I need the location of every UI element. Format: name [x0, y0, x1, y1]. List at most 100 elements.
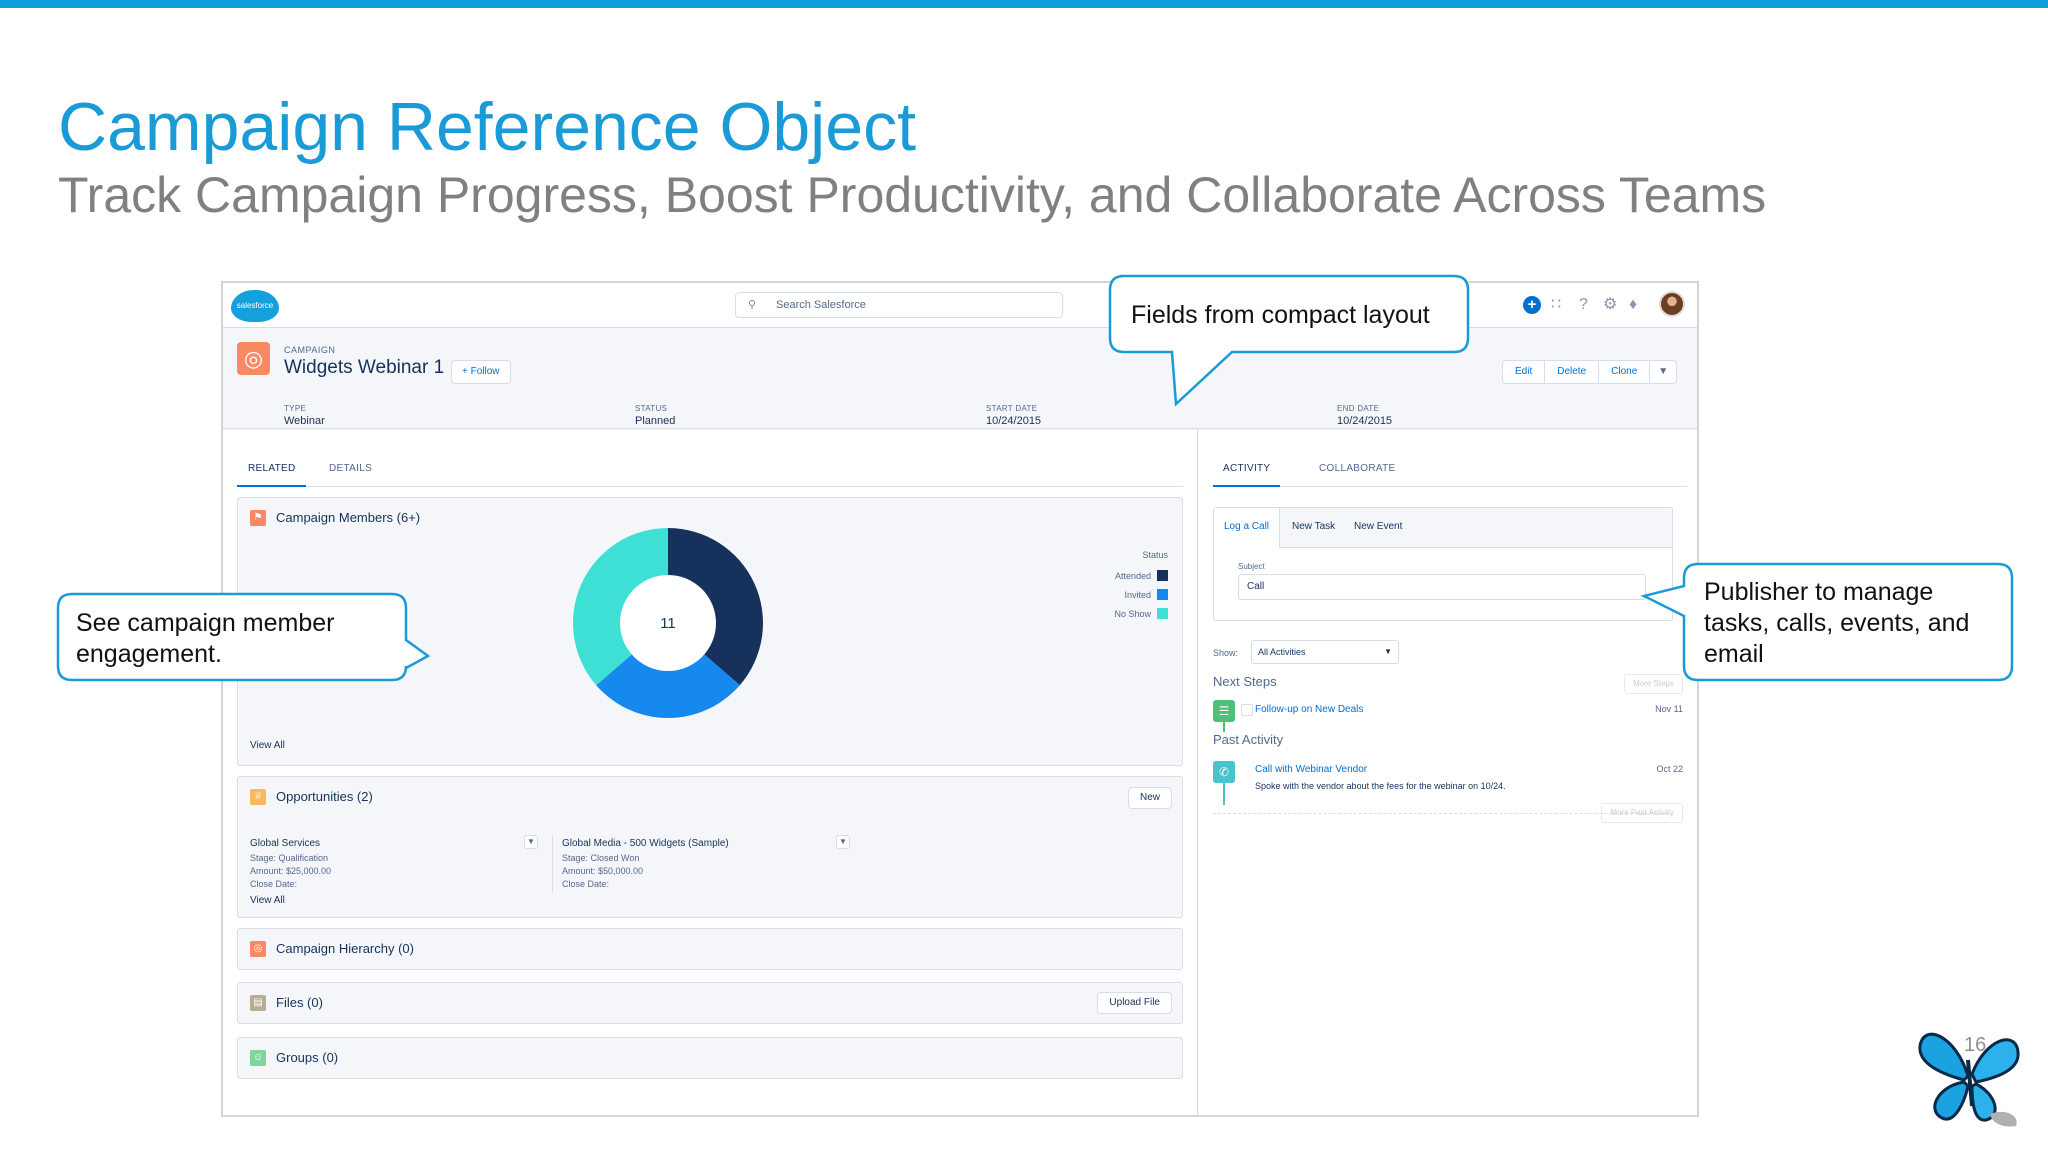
task-link[interactable]: Follow-up on New Deals [1255, 704, 1363, 715]
members-callout-text: See campaign member engagement. [76, 608, 334, 670]
task-icon: ☰ [1213, 700, 1235, 722]
help-icon[interactable]: ? [1579, 293, 1588, 317]
view-all-link[interactable]: View All [250, 740, 285, 751]
callout-line: See campaign member [76, 609, 335, 637]
field-value: Webinar [284, 415, 325, 427]
card-title[interactable]: Groups (0) [276, 1050, 338, 1065]
opportunity-item[interactable]: Global Services Stage: Qualification Amo… [250, 837, 331, 891]
callout-line: tasks, calls, events, and [1704, 609, 1970, 637]
field-label: STATUS [635, 404, 668, 413]
legend-item: Invited [1124, 589, 1168, 600]
delete-button[interactable]: Delete [1545, 361, 1600, 383]
tab-activity[interactable]: ACTIVITY [1213, 462, 1281, 487]
activity-filter-select[interactable]: All Activities ▼ [1251, 640, 1399, 664]
legend-swatch [1157, 608, 1168, 619]
slide-title: Campaign Reference Object [58, 89, 917, 165]
edit-button[interactable]: Edit [1503, 361, 1546, 383]
more-actions-chevron-down-icon[interactable]: ▼ [1650, 361, 1676, 383]
next-steps-title: Next Steps [1213, 674, 1277, 689]
record-actions: Edit Delete Clone ▼ [1502, 360, 1678, 384]
follow-button[interactable]: + Follow [451, 360, 511, 384]
object-label: CAMPAIGN [284, 345, 336, 355]
activity-filter-value: All Activities [1258, 647, 1306, 657]
card-title[interactable]: Campaign Hierarchy (0) [276, 941, 414, 956]
file-icon: ▤ [250, 995, 266, 1011]
upload-file-button[interactable]: Upload File [1097, 992, 1172, 1014]
record-name: Widgets Webinar 1 [284, 357, 445, 378]
task-checkbox[interactable] [1241, 704, 1253, 716]
publisher-tabs: Log a Call New Task New Event [1214, 508, 1672, 548]
legend-label: Attended [1114, 571, 1151, 581]
call-link[interactable]: Call with Webinar Vendor [1255, 764, 1367, 775]
field-label: START DATE [986, 404, 1038, 413]
salesforce-screenshot: salesforce ⚲ Search Salesforce + ∷ ? ⚙ ♦… [221, 281, 1699, 1117]
opportunity-stage: Stage: Qualification [250, 853, 329, 863]
legend-swatch [1157, 589, 1168, 600]
tab-log-a-call[interactable]: Log a Call [1224, 521, 1269, 532]
opportunity-name[interactable]: Global Services [250, 837, 331, 850]
field-end-date: END DATE 10/24/2015 [1337, 404, 1392, 427]
field-value: 10/24/2015 [986, 415, 1042, 427]
global-search-input[interactable]: ⚲ Search Salesforce [735, 292, 1063, 318]
groups-icon: ☺ [250, 1050, 266, 1066]
files-card: ▤ Files (0) Upload File [237, 982, 1183, 1024]
row-actions-chevron-down-icon[interactable]: ▼ [524, 835, 538, 849]
call-icon: ✆ [1213, 761, 1235, 783]
tab-related[interactable]: RELATED [237, 462, 307, 487]
field-value: 10/24/2015 [1337, 415, 1393, 427]
tab-details[interactable]: DETAILS [329, 462, 372, 487]
opportunity-crown-icon: ♕ [250, 789, 266, 805]
activity-publisher: Log a Call New Task New Event Subject Ca… [1213, 507, 1673, 621]
donut-center-label: 11 [660, 615, 676, 632]
legend-item: No Show [1114, 608, 1168, 619]
more-steps-button[interactable]: More Steps [1624, 674, 1683, 694]
add-icon[interactable]: + [1523, 296, 1541, 314]
new-opportunity-button[interactable]: New [1127, 787, 1172, 809]
callout-line: engagement. [76, 640, 222, 668]
setup-gear-icon[interactable]: ⚙ [1603, 293, 1617, 317]
clone-button[interactable]: Clone [1599, 361, 1651, 383]
opportunity-amount: Amount: $25,000.00 [250, 866, 332, 876]
row-actions-chevron-down-icon[interactable]: ▼ [836, 835, 850, 849]
search-placeholder: Search Salesforce [776, 299, 866, 311]
app-launcher-icon[interactable]: ∷ [1551, 293, 1561, 317]
subject-input[interactable]: Call [1238, 574, 1646, 600]
activity-column: ACTIVITY COLLABORATE Log a Call New Task… [1199, 430, 1697, 1115]
tab-collaborate[interactable]: COLLABORATE [1319, 462, 1395, 487]
field-label: END DATE [1337, 404, 1380, 413]
member-status-donut-chart: 11 [573, 528, 763, 718]
card-title[interactable]: Opportunities (2) [276, 789, 373, 804]
avatar[interactable] [1659, 291, 1685, 317]
slide-subtitle: Track Campaign Progress, Boost Productiv… [58, 167, 1767, 223]
top-accent-bar [0, 0, 2048, 8]
right-tabs: ACTIVITY COLLABORATE [1213, 462, 1687, 487]
callout-line: Publisher to manage [1704, 578, 1934, 606]
tab-new-task[interactable]: New Task [1292, 521, 1335, 532]
chevron-down-icon: ▼ [1384, 647, 1392, 656]
tab-new-event[interactable]: New Event [1354, 521, 1402, 532]
view-all-link[interactable]: View All [250, 895, 285, 906]
campaign-icon: ◎ [237, 342, 270, 375]
global-header: salesforce ⚲ Search Salesforce + ∷ ? ⚙ ♦ [223, 283, 1697, 328]
legend-label: Invited [1124, 590, 1151, 600]
related-column: RELATED DETAILS ⚑ Campaign Members (6+) … [223, 430, 1198, 1115]
divider [552, 835, 553, 893]
opportunity-close-date: Close Date: [562, 879, 610, 889]
search-icon: ⚲ [748, 299, 757, 311]
card-title[interactable]: Files (0) [276, 995, 323, 1010]
publisher-callout-text: Publisher to manage tasks, calls, events… [1704, 577, 1969, 670]
timeline-line [1223, 722, 1225, 732]
show-label: Show: [1213, 648, 1239, 658]
salesforce-logo[interactable]: salesforce [231, 290, 279, 322]
field-label: TYPE [284, 404, 307, 413]
subject-label: Subject [1238, 562, 1265, 571]
opportunity-name[interactable]: Global Media - 500 Widgets (Sample) [562, 837, 729, 850]
more-past-activity-button[interactable]: More Past Activity [1601, 803, 1683, 823]
task-date: Nov 11 [1655, 704, 1683, 714]
call-detail: Spoke with the vendor about the fees for… [1255, 781, 1506, 791]
call-date: Oct 22 [1656, 764, 1683, 774]
notification-bell-icon[interactable]: ♦ [1629, 293, 1637, 317]
past-activity-title: Past Activity [1213, 732, 1284, 747]
opportunity-item[interactable]: Global Media - 500 Widgets (Sample) Stag… [562, 837, 729, 891]
callout-line: email [1704, 640, 1764, 668]
